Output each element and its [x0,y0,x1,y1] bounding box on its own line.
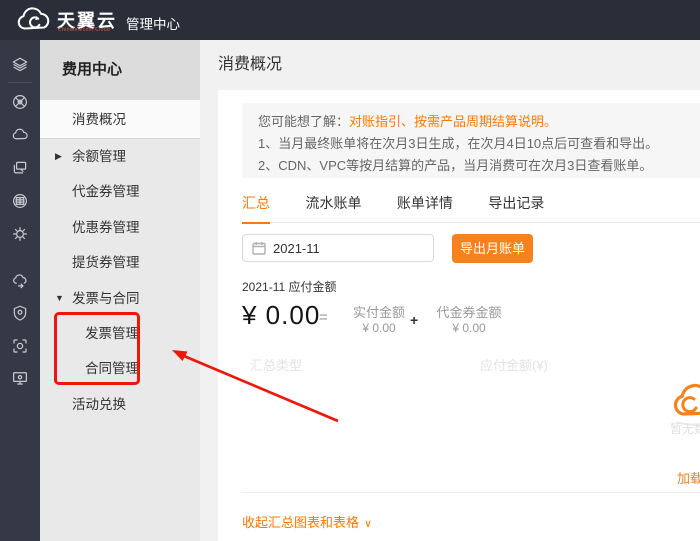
load-more-link[interactable]: 加载更多 [677,468,700,487]
rail-divider [8,82,32,83]
content-card: 您可能想了解：对账指引、按需产品周期结算说明。 1、当月最终账单将在次月3日生成… [218,90,700,541]
chevron-down-icon: ∨ [364,518,372,530]
collapse-summary-link[interactable]: 收起汇总图表和表格 ∨ [242,512,372,531]
sidebar-item-consumption-overview[interactable]: 消费概况 [40,100,200,139]
sidebar-item-coupon[interactable]: 优惠券管理 [40,210,200,245]
sidebar-item-contract-management[interactable]: 合同管理 [40,351,200,386]
page-title: 消费概况 [218,50,282,74]
tab-summary[interactable]: 汇总 [242,193,270,224]
paid-amount-label: 实付金额 [346,305,412,320]
collapse-link-label: 收起汇总图表和表格 [242,515,359,530]
tab-bill-details[interactable]: 账单详情 [397,193,453,222]
nav-management-center[interactable]: 管理中心 [126,13,180,33]
notice-box: 您可能想了解：对账指引、按需产品周期结算说明。 1、当月最终账单将在次月3日生成… [242,103,700,178]
sidebar-item-label: 发票管理 [85,326,139,341]
cloud-sync-icon[interactable] [11,272,29,290]
summary-table-header: 汇总类型 应付金额(¥) [218,355,700,381]
sidebar-item-label: 活动兑换 [72,397,126,412]
sidebar-item-label: 发票与合同 [72,291,140,306]
cloud-icon[interactable] [11,126,29,144]
scan-settings-icon[interactable] [11,337,29,355]
gear-icon[interactable] [11,225,29,243]
monitor-icon[interactable] [11,369,29,387]
table-col-payable-amount: 应付金额(¥) [480,355,548,374]
table-col-summary-type: 汇总类型 [250,355,302,374]
payable-amount-label: 2021-11 应付金额 [242,278,336,295]
sidebar-item-label: 余额管理 [72,149,126,164]
chevron-right-icon: ▶ [55,139,62,174]
screens-icon[interactable] [11,159,29,177]
calendar-icon [252,241,266,255]
brand-subtitle: Chinatelecom Cloud [58,27,110,33]
notice-line-1: 1、当月最终账单将在次月3日生成，在次月4日10点后可查看和导出。 [258,133,684,155]
paid-amount-value: ¥ 0.00 [346,320,412,336]
sidebar-item-label: 提货券管理 [72,255,140,270]
app-window: 天翼云 Chinatelecom Cloud 管理中心 [0,0,700,541]
layers-icon[interactable] [11,56,29,74]
compute-wheel-icon[interactable] [11,93,29,111]
tab-bar: 汇总 流水账单 账单详情 导出记录 [242,193,700,223]
sidebar-item-label: 优惠券管理 [72,220,140,235]
total-amount: ¥ 0.00 [242,300,320,331]
billing-sidebar: 费用中心 消费概况 ▶ 余额管理 代金券管理 优惠券管理 提货券管理 ▼ 发票与… [40,40,200,541]
voucher-amount-group: 代金券金额 ¥ 0.00 [428,305,510,336]
footer-divider [242,492,700,493]
icon-rail [0,40,40,541]
tab-transaction-bills[interactable]: 流水账单 [305,193,361,222]
ctyun-cloud-logo-icon[interactable] [14,6,54,34]
topbar: 天翼云 Chinatelecom Cloud 管理中心 [0,0,700,40]
sidebar-item-activity-redeem[interactable]: 活动兑换 [40,387,200,422]
sidebar-item-label: 代金券管理 [72,184,140,199]
voucher-amount-label: 代金券金额 [428,305,510,320]
chevron-down-icon: ▼ [55,281,64,316]
notice-links[interactable]: 对账指引、按需产品周期结算说明。 [349,114,557,129]
sidebar-item-cash-voucher[interactable]: 代金券管理 [40,174,200,209]
notice-prefix: 您可能想了解： [258,114,349,129]
voucher-amount-value: ¥ 0.00 [428,320,510,336]
export-month-bill-button[interactable]: 导出月账单 [452,234,533,263]
sidebar-item-invoice-and-contract[interactable]: ▼ 发票与合同 [40,281,200,316]
sidebar-item-pickup-voucher[interactable]: 提货券管理 [40,245,200,280]
notice-line-2: 2、CDN、VPC等按月结算的产品，当月消费可在次月3日查看账单。 [258,155,684,177]
sidebar-item-label: 合同管理 [85,361,139,376]
sidebar-item-invoice-management[interactable]: 发票管理 [40,316,200,351]
sidebar-item-balance-management[interactable]: ▶ 余额管理 [40,139,200,174]
equals-sign: = [319,309,328,326]
shield-icon[interactable] [11,304,29,322]
no-data-text: 暂无数据 [670,420,700,437]
month-picker[interactable] [242,234,434,262]
month-input[interactable] [273,235,423,261]
tab-export-records[interactable]: 导出记录 [488,193,544,222]
plus-sign: + [410,312,418,328]
sidebar-item-label: 消费概况 [72,112,126,127]
sidebar-title: 费用中心 [40,40,200,100]
paid-amount-group: 实付金额 ¥ 0.00 [346,305,412,336]
server-grid-icon[interactable] [11,192,29,210]
